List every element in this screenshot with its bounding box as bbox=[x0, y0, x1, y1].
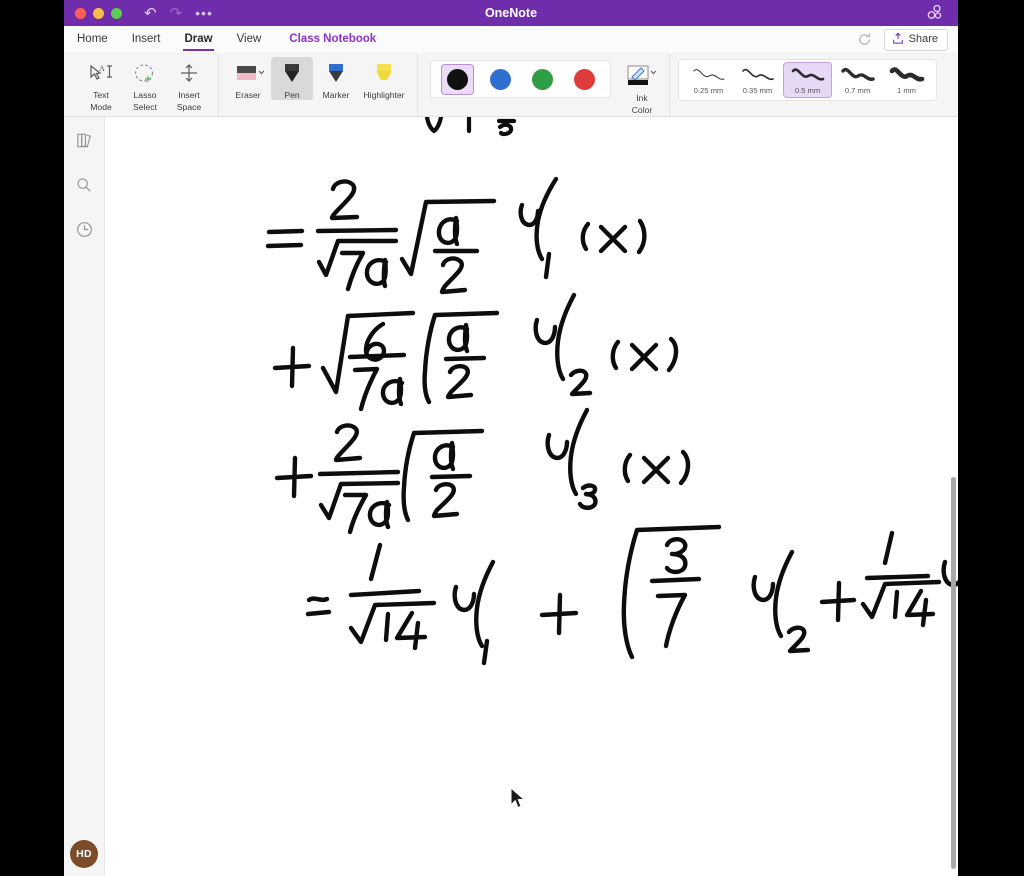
tab-home[interactable]: Home bbox=[76, 29, 109, 50]
ink-color-label-1: Ink bbox=[636, 93, 648, 103]
screen: ↶ ↷ ••• OneNote Home Insert Draw View Cl… bbox=[0, 0, 1024, 876]
thickness-label-0-35mm: 0.35 mm bbox=[742, 86, 773, 95]
highlighter-icon bbox=[372, 60, 396, 88]
ribbon-group-thickness: 0.25 mm 0.35 mm 0.5 mm 0.7 mm 1 mm bbox=[670, 54, 945, 116]
tab-insert[interactable]: Insert bbox=[131, 29, 162, 50]
share-icon bbox=[892, 32, 904, 47]
thickness-label-0-25mm: 0.25 mm bbox=[693, 86, 724, 95]
notebooks-icon[interactable] bbox=[75, 131, 94, 155]
thickness-option-0-5mm[interactable]: 0.5 mm bbox=[783, 62, 832, 98]
thickness-option-0-7mm[interactable]: 0.7 mm bbox=[834, 63, 881, 97]
handwriting-line-4 bbox=[305, 524, 958, 666]
text-mode-icon: A bbox=[88, 60, 114, 88]
ribbon-group-tools: A Text Mode Lasso Select Insert Space bbox=[72, 54, 219, 116]
lasso-select-label-2: Select bbox=[133, 102, 157, 112]
highlighter-label: Highlighter bbox=[363, 90, 405, 100]
stroke-preview-icon bbox=[889, 67, 924, 82]
stroke-preview-icon bbox=[693, 69, 724, 80]
insert-space-button[interactable]: Insert Space bbox=[168, 57, 210, 112]
handwriting-line-1 bbox=[265, 176, 647, 295]
title-bar: ↶ ↷ ••• OneNote bbox=[64, 0, 958, 26]
tab-draw[interactable]: Draw bbox=[183, 29, 214, 51]
sync-icon[interactable] bbox=[857, 32, 872, 47]
onenote-window: ↶ ↷ ••• OneNote Home Insert Draw View Cl… bbox=[64, 0, 958, 876]
app-body: HD bbox=[64, 117, 958, 876]
insert-space-label-2: Space bbox=[176, 102, 202, 112]
ink-color-label-2: Color bbox=[631, 105, 653, 115]
thickness-label-0-5mm: 0.5 mm bbox=[794, 86, 821, 95]
lasso-select-label-1: Lasso bbox=[133, 90, 157, 100]
thickness-option-0-35mm[interactable]: 0.35 mm bbox=[734, 63, 781, 97]
left-rail: HD bbox=[64, 117, 105, 876]
more-options-icon[interactable]: ••• bbox=[195, 6, 213, 20]
eraser-button[interactable]: Eraser bbox=[227, 57, 269, 100]
avatar[interactable]: HD bbox=[70, 840, 98, 868]
pen-icon bbox=[280, 60, 304, 88]
insert-space-icon bbox=[176, 60, 202, 88]
thickness-panel: 0.25 mm 0.35 mm 0.5 mm 0.7 mm 1 mm bbox=[678, 59, 937, 101]
color-swatch-black[interactable] bbox=[441, 63, 474, 95]
zoom-window-button[interactable] bbox=[111, 7, 122, 19]
marker-button[interactable]: Marker bbox=[315, 57, 357, 100]
share-label: Share bbox=[908, 33, 938, 45]
redo-icon[interactable]: ↷ bbox=[170, 6, 183, 21]
color-swatch-green[interactable] bbox=[527, 65, 558, 94]
thickness-label-0-7mm: 0.7 mm bbox=[844, 86, 871, 95]
handwriting-ink-layer bbox=[265, 117, 958, 666]
account-people-icon[interactable] bbox=[924, 4, 944, 22]
traffic-lights bbox=[75, 7, 122, 19]
minimize-window-button[interactable] bbox=[93, 7, 104, 19]
marker-icon bbox=[324, 60, 348, 88]
tab-view[interactable]: View bbox=[236, 29, 263, 50]
handwriting-line-3 bbox=[274, 407, 691, 535]
thickness-label-1mm: 1 mm bbox=[897, 86, 916, 95]
pen-label: Pen bbox=[284, 90, 300, 100]
svg-text:A: A bbox=[99, 64, 105, 73]
handwriting-line-2 bbox=[272, 292, 679, 412]
color-swatch-blue[interactable] bbox=[485, 65, 516, 94]
thickness-option-0-25mm[interactable]: 0.25 mm bbox=[685, 63, 732, 97]
canvas-scrollbar[interactable] bbox=[951, 477, 956, 869]
ribbon-group-colors: Ink Color bbox=[418, 54, 670, 116]
pen-button[interactable]: Pen bbox=[271, 57, 313, 100]
highlighter-button[interactable]: Highlighter bbox=[359, 57, 409, 100]
ribbon: A Text Mode Lasso Select Insert Space Er… bbox=[64, 54, 958, 117]
eraser-label: Eraser bbox=[235, 90, 261, 100]
ink-color-icon bbox=[625, 63, 659, 91]
thickness-option-1mm[interactable]: 1 mm bbox=[883, 63, 930, 97]
text-mode-label-2: Mode bbox=[90, 102, 112, 112]
stroke-preview-icon bbox=[791, 68, 824, 81]
share-button[interactable]: Share bbox=[883, 28, 948, 51]
stroke-preview-icon bbox=[840, 67, 875, 81]
handwriting-line-0-clipped bbox=[424, 117, 517, 137]
lasso-select-button[interactable]: Lasso Select bbox=[124, 57, 166, 112]
ink-color-button[interactable]: Ink Color bbox=[619, 60, 665, 115]
undo-icon[interactable]: ↶ bbox=[144, 6, 157, 21]
color-swatch-panel bbox=[430, 60, 611, 98]
search-icon[interactable] bbox=[75, 176, 93, 199]
quick-access-toolbar: ↶ ↷ ••• bbox=[144, 6, 213, 21]
insert-space-label-1: Insert bbox=[178, 90, 200, 100]
ribbon-tab-bar: Home Insert Draw View Class Notebook Sha… bbox=[64, 26, 958, 54]
note-canvas[interactable] bbox=[105, 117, 958, 876]
eraser-icon bbox=[232, 60, 264, 88]
text-mode-button[interactable]: A Text Mode bbox=[80, 57, 122, 112]
ribbon-tab-actions: Share bbox=[857, 26, 948, 53]
close-window-button[interactable] bbox=[75, 7, 86, 19]
text-mode-label-1: Text bbox=[93, 90, 109, 100]
stroke-preview-icon bbox=[741, 68, 774, 81]
ribbon-group-pens: Eraser Pen Marker Highlighter bbox=[219, 54, 418, 116]
marker-label: Marker bbox=[322, 90, 350, 100]
color-swatch-red[interactable] bbox=[569, 65, 600, 94]
recent-notes-icon[interactable] bbox=[75, 220, 94, 244]
lasso-select-icon bbox=[132, 60, 158, 88]
tab-class-notebook[interactable]: Class Notebook bbox=[288, 29, 377, 50]
